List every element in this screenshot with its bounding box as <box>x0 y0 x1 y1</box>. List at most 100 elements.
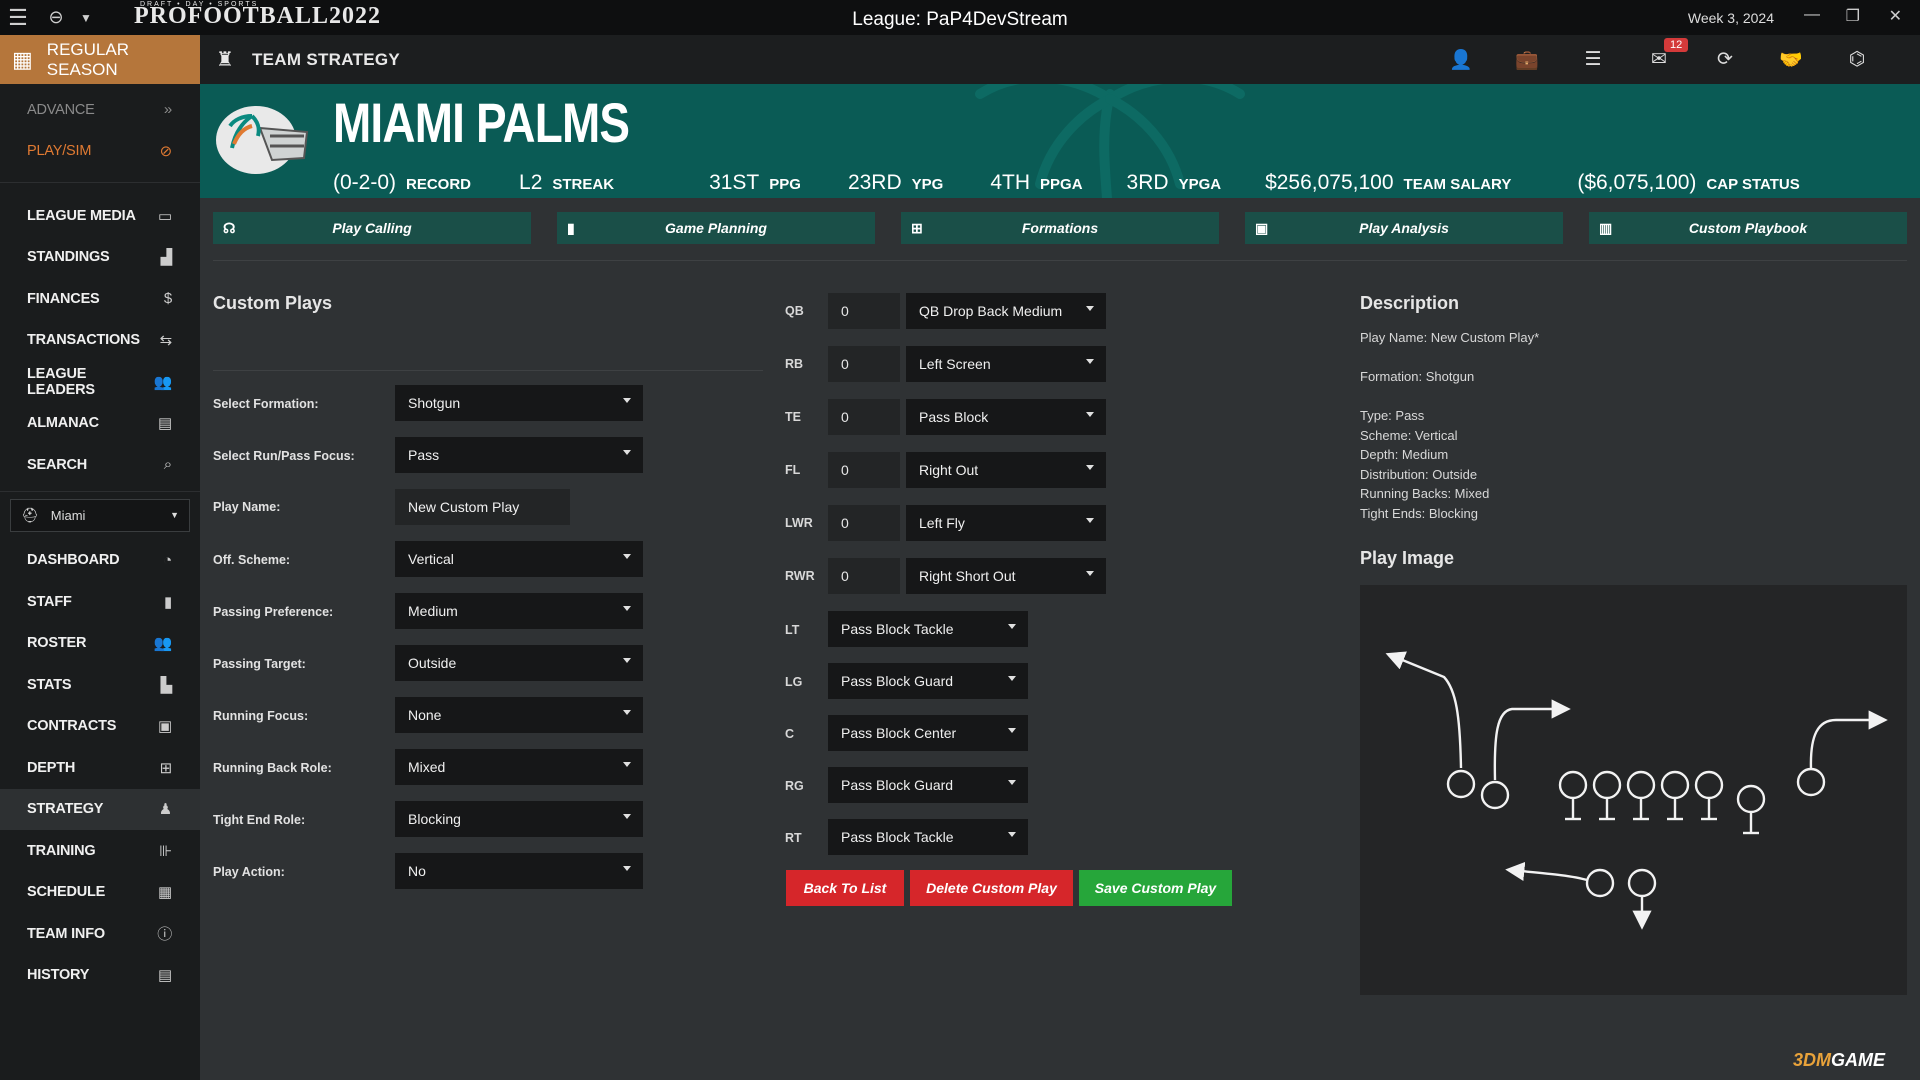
football-icon: ⊘ <box>159 143 173 161</box>
regular-season-button[interactable]: ▦ REGULAR SEASON <box>0 35 200 84</box>
sidebar-item-label: SCHEDULE <box>27 884 106 901</box>
user-icon[interactable]: 👤 <box>1428 48 1494 72</box>
mail-icon[interactable]: ✉ 12 <box>1626 38 1692 71</box>
back-arrow-icon[interactable]: ⊖ <box>36 7 76 28</box>
back-to-list-button[interactable]: Back To List <box>786 870 904 906</box>
sidebar-item-transactions[interactable]: TRANSACTIONS ⇆ <box>0 320 200 362</box>
rwr-route-select[interactable]: Right Short Out <box>906 558 1106 594</box>
hamburger-menu-icon[interactable]: ☰ <box>0 5 36 31</box>
caret-down-icon <box>623 658 631 663</box>
caret-down-icon <box>1008 780 1016 785</box>
qb-route-select[interactable]: QB Drop Back Medium <box>906 293 1106 329</box>
passing-target-select[interactable]: Outside <box>395 645 643 681</box>
lwr-route-select[interactable]: Left Fly <box>906 505 1106 541</box>
caret-down-icon <box>1086 571 1094 576</box>
minimize-icon[interactable]: — <box>1804 6 1820 24</box>
running-back-role-select[interactable]: Mixed <box>395 749 643 785</box>
database-icon[interactable]: ☰ <box>1560 48 1626 71</box>
passing-preference-select[interactable]: Medium <box>395 593 643 629</box>
tab-play-calling[interactable]: ☊ Play Calling <box>213 212 531 244</box>
tab-formations[interactable]: ⊞ Formations <box>901 212 1219 244</box>
qb-number-input[interactable]: 0 <box>828 293 900 329</box>
rt-assignment-select[interactable]: Pass Block Tackle <box>828 819 1028 855</box>
sidebar-item-training[interactable]: TRAINING ⊪ <box>0 830 200 872</box>
sidebar-item-contracts[interactable]: CONTRACTS ▣ <box>0 706 200 748</box>
team-selector[interactable]: ⛑ Miami ▼ <box>10 498 190 532</box>
fl-route-select[interactable]: Right Out <box>906 452 1106 488</box>
rb-number-input[interactable]: 0 <box>828 346 900 382</box>
tab-game-planning[interactable]: ▮ Game Planning <box>557 212 875 244</box>
sidebar-item-almanac[interactable]: ALMANAC ▤ <box>0 403 200 445</box>
sidebar-item-stats[interactable]: STATS ▙ <box>0 664 200 706</box>
watermark-part-b: GAME <box>1831 1050 1886 1070</box>
sidebar-item-roster[interactable]: ROSTER 👥 <box>0 623 200 665</box>
sidebar-item-advance[interactable]: ADVANCE » <box>0 89 200 131</box>
tab-play-analysis[interactable]: ▣ Play Analysis <box>1245 212 1563 244</box>
formation-select[interactable]: Shotgun <box>395 385 643 421</box>
description-tight-ends: Tight Ends: Blocking <box>1360 505 1479 521</box>
lg-assignment-select[interactable]: Pass Block Guard <box>828 663 1028 699</box>
stat-salary-label: TEAM SALARY <box>1403 176 1512 193</box>
play-name-label: Play Name: <box>213 500 281 514</box>
pos-label-lwr: LWR <box>785 516 813 530</box>
run-pass-focus-select[interactable]: Pass <box>395 437 643 473</box>
lwr-number-input[interactable]: 0 <box>828 505 900 541</box>
tab-label: Custom Playbook <box>1688 220 1808 236</box>
binoculars-icon[interactable]: ⌬ <box>1824 48 1890 71</box>
title-bar: ☰ ⊖ ▼ DRAFT • DAY • SPORTS PROFOOTBALL20… <box>0 0 1920 35</box>
gauge-icon: ◔ <box>163 551 172 569</box>
sidebar-item-staff[interactable]: STAFF ▮ <box>0 581 200 623</box>
save-custom-play-button[interactable]: Save Custom Play <box>1079 870 1232 906</box>
rwr-route-value: Right Short Out <box>919 568 1016 584</box>
sidebar-item-team-info[interactable]: TEAM INFO ⓘ <box>0 913 200 955</box>
delete-custom-play-button[interactable]: Delete Custom Play <box>910 870 1073 906</box>
rb-route-select[interactable]: Left Screen <box>906 346 1106 382</box>
handshake-icon[interactable]: 🤝 <box>1758 48 1824 72</box>
sidebar-item-schedule[interactable]: SCHEDULE ▦ <box>0 872 200 914</box>
restore-icon[interactable]: ❐ <box>1846 6 1860 26</box>
sidebar-item-history[interactable]: HISTORY ▤ <box>0 955 200 997</box>
te-number-input[interactable]: 0 <box>828 399 900 435</box>
rwr-number-input[interactable]: 0 <box>828 558 900 594</box>
stat-streak-label: STREAK <box>552 176 615 193</box>
stat-ppg-value: 31ST <box>709 171 760 194</box>
briefcase-icon[interactable]: 💼 <box>1494 48 1560 72</box>
sidebar-item-search[interactable]: SEARCH ⌕ <box>0 444 200 486</box>
qb-route-value: QB Drop Back Medium <box>919 303 1063 319</box>
rg-assignment-select[interactable]: Pass Block Guard <box>828 767 1028 803</box>
caret-down-icon <box>623 814 631 819</box>
play-name-input[interactable]: New Custom Play <box>395 489 570 525</box>
off-scheme-select[interactable]: Vertical <box>395 541 643 577</box>
refresh-icon[interactable]: ⟳ <box>1692 48 1758 71</box>
te-route-select[interactable]: Pass Block <box>906 399 1106 435</box>
close-icon[interactable]: ✕ <box>1889 6 1902 26</box>
sidebar-item-standings[interactable]: STANDINGS ▟ <box>0 237 200 279</box>
running-focus-select[interactable]: None <box>395 697 643 733</box>
sidebar-item-depth[interactable]: DEPTH ⊞ <box>0 747 200 789</box>
calendar-icon: ▦ <box>158 884 172 902</box>
sidebar-item-play-sim[interactable]: PLAY/SIM ⊘ <box>0 131 200 173</box>
te-number-value: 0 <box>841 409 849 425</box>
formation-label: Select Formation: <box>213 397 319 411</box>
lt-assignment-select[interactable]: Pass Block Tackle <box>828 611 1028 647</box>
line-chart-icon: ▙ <box>160 676 173 694</box>
strategy-icon: ♜ <box>216 49 234 71</box>
money-icon: ▣ <box>158 718 172 736</box>
fl-number-input[interactable]: 0 <box>828 452 900 488</box>
hierarchy-icon: ⊞ <box>911 219 923 236</box>
sidebar-item-league-leaders[interactable]: LEAGUE LEADERS 👥 <box>0 361 200 403</box>
tight-end-role-select[interactable]: Blocking <box>395 801 643 837</box>
content-divider <box>213 260 1907 261</box>
passing-target-label: Passing Target: <box>213 657 306 671</box>
stat-ppga-label: PPGA <box>1040 176 1083 193</box>
sidebar-item-finances[interactable]: FINANCES $ <box>0 278 200 320</box>
rb-route-value: Left Screen <box>919 356 991 372</box>
c-assignment-select[interactable]: Pass Block Center <box>828 715 1028 751</box>
team-banner: MIAMI PALMS (0-2-0) RECORD L2 STREAK 31ST P… <box>200 84 1920 198</box>
tab-custom-playbook[interactable]: ▥ Custom Playbook <box>1589 212 1907 244</box>
sidebar-item-dashboard[interactable]: DASHBOARD ◔ <box>0 540 200 582</box>
play-action-select[interactable]: No <box>395 853 643 889</box>
sidebar-item-strategy[interactable]: STRATEGY ♟ <box>0 788 200 830</box>
dropdown-arrow-icon[interactable]: ▼ <box>76 11 96 25</box>
sidebar-item-league-media[interactable]: LEAGUE MEDIA ▭ <box>0 195 200 237</box>
